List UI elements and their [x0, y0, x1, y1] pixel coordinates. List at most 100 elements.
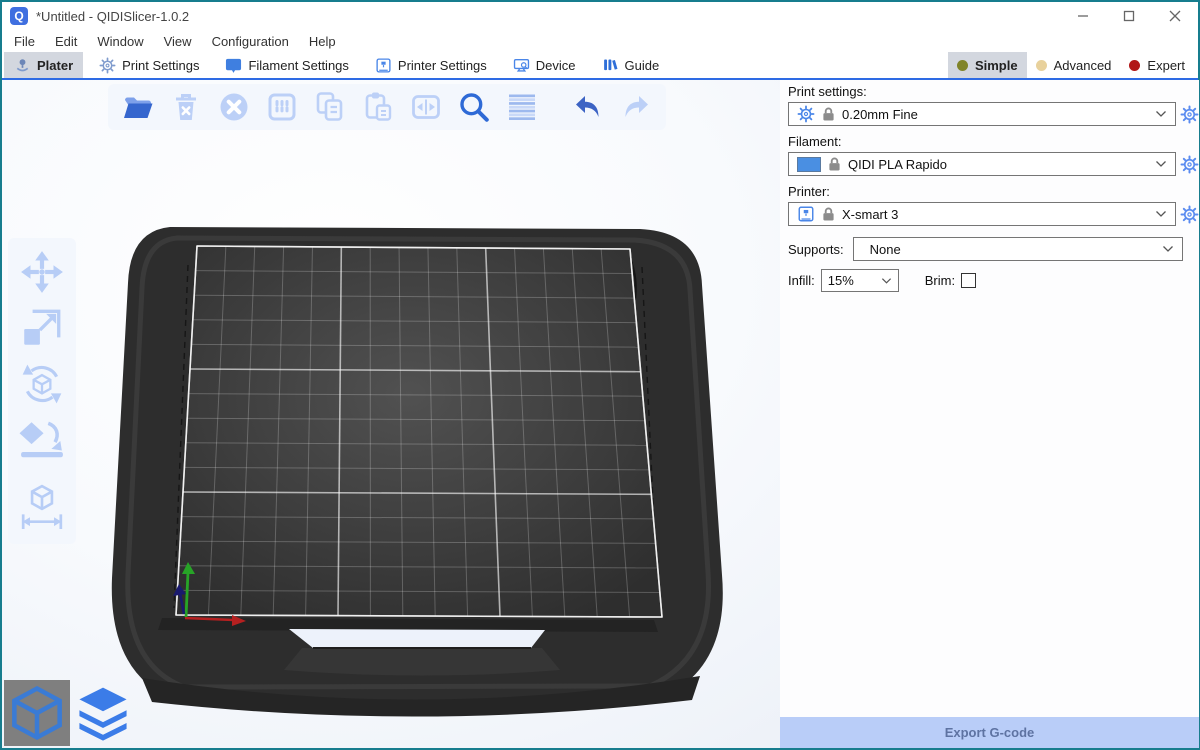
open-button[interactable] [118, 88, 158, 126]
measure-button[interactable] [18, 482, 66, 530]
mode-simple[interactable]: Simple [948, 52, 1027, 78]
undo-button[interactable] [568, 88, 608, 126]
mode-advanced-label: Advanced [1054, 58, 1112, 73]
delete-trash-icon [170, 91, 202, 123]
preview-layers-icon [74, 684, 132, 742]
mode-expert-label: Expert [1147, 58, 1185, 73]
measure-icon [19, 483, 65, 529]
tab-plater[interactable]: Plater [4, 52, 83, 78]
mode-expert[interactable]: Expert [1120, 52, 1194, 78]
search-icon [456, 90, 492, 124]
minimize-button[interactable] [1060, 2, 1106, 30]
print-settings-gear-icon [99, 57, 116, 74]
mode-advanced[interactable]: Advanced [1027, 52, 1121, 78]
print-settings-combo[interactable]: 0.20mm Fine [788, 102, 1176, 126]
filament-value: QIDI PLA Rapido [848, 157, 947, 172]
arrange-button[interactable] [262, 88, 302, 126]
lock-icon [822, 206, 835, 222]
variable-layer-height-button[interactable] [502, 88, 542, 126]
paste-button[interactable] [358, 88, 398, 126]
chevron-down-icon [1155, 210, 1167, 218]
supports-combo[interactable]: None [853, 237, 1183, 261]
filament-label: Filament: [788, 134, 1199, 149]
layer-stripes-icon [505, 91, 539, 123]
close-icon [1169, 10, 1181, 22]
tab-filament-settings-label: Filament Settings [248, 58, 348, 73]
open-folder-icon [121, 91, 155, 123]
chevron-down-icon [881, 277, 892, 285]
titlebar: Q *Untitled - QIDISlicer-1.0.2 [2, 2, 1198, 30]
maximize-button[interactable] [1106, 2, 1152, 30]
tab-device[interactable]: Device [503, 52, 586, 78]
chevron-down-icon [1155, 110, 1167, 118]
3d-viewport[interactable] [2, 80, 780, 748]
app-window: Q *Untitled - QIDISlicer-1.0.2 File Edit… [0, 0, 1200, 750]
brim-label: Brim: [925, 273, 955, 288]
editor-view-button[interactable] [4, 680, 70, 746]
search-button[interactable] [454, 88, 494, 126]
menubar: File Edit Window View Configuration Help [2, 30, 1198, 52]
rotate-icon [19, 361, 65, 407]
infill-combo[interactable]: 15% [821, 269, 899, 292]
delete-button[interactable] [166, 88, 206, 126]
filament-combo[interactable]: QIDI PLA Rapido [788, 152, 1176, 176]
menu-file[interactable]: File [7, 34, 42, 49]
device-monitor-icon [513, 57, 530, 74]
menu-window[interactable]: Window [90, 34, 150, 49]
split-icon [409, 91, 443, 123]
preview-view-button[interactable] [70, 680, 136, 746]
mode-switcher: Simple Advanced Expert [948, 52, 1198, 78]
filament-icon [225, 57, 242, 74]
print-settings-label: Print settings: [788, 84, 1199, 99]
tab-plater-label: Plater [37, 58, 73, 73]
delete-all-button[interactable] [214, 88, 254, 126]
lock-icon [828, 156, 841, 172]
close-button[interactable] [1152, 2, 1198, 30]
filament-edit-button[interactable] [1180, 155, 1199, 174]
gear-icon [1180, 105, 1199, 124]
menu-help[interactable]: Help [302, 34, 343, 49]
printer-icon [375, 57, 392, 74]
move-icon [19, 249, 65, 295]
printer-small-icon [797, 205, 815, 223]
tab-printer-settings-label: Printer Settings [398, 58, 487, 73]
menu-edit[interactable]: Edit [48, 34, 84, 49]
supports-value: None [862, 242, 901, 257]
filament-color-swatch [797, 157, 821, 172]
tab-device-label: Device [536, 58, 576, 73]
scale-button[interactable] [18, 304, 66, 352]
printer-edit-button[interactable] [1180, 205, 1199, 224]
brim-checkbox[interactable] [961, 273, 976, 288]
printer-value: X-smart 3 [842, 207, 898, 222]
print-settings-value: 0.20mm Fine [842, 107, 918, 122]
copy-button[interactable] [310, 88, 350, 126]
scale-icon [19, 305, 65, 351]
delete-all-icon [218, 91, 250, 123]
split-button[interactable] [406, 88, 446, 126]
expert-mode-dot-icon [1129, 60, 1140, 71]
menu-configuration[interactable]: Configuration [205, 34, 296, 49]
tab-print-settings[interactable]: Print Settings [89, 52, 209, 78]
place-on-face-button[interactable] [18, 416, 66, 464]
tab-guide[interactable]: Guide [592, 52, 670, 78]
tab-guide-label: Guide [625, 58, 660, 73]
gear-icon [1180, 205, 1199, 224]
3d-editor-view-icon [8, 684, 66, 742]
tab-filament-settings[interactable]: Filament Settings [215, 52, 358, 78]
menu-view[interactable]: View [157, 34, 199, 49]
move-button[interactable] [18, 248, 66, 296]
printer-combo[interactable]: X-smart 3 [788, 202, 1176, 226]
copy-icon [313, 91, 347, 123]
rotate-button[interactable] [18, 360, 66, 408]
main-toolbar [108, 84, 666, 130]
window-title: *Untitled - QIDISlicer-1.0.2 [36, 9, 189, 24]
redo-button[interactable] [616, 88, 656, 126]
chevron-down-icon [1155, 160, 1167, 168]
undo-icon [571, 91, 605, 123]
chevron-down-icon [1162, 245, 1174, 253]
mode-simple-label: Simple [975, 58, 1018, 73]
infill-value: 15% [828, 273, 854, 288]
export-gcode-button[interactable]: Export G-code [780, 717, 1199, 748]
tab-printer-settings[interactable]: Printer Settings [365, 52, 497, 78]
print-settings-edit-button[interactable] [1180, 105, 1199, 124]
